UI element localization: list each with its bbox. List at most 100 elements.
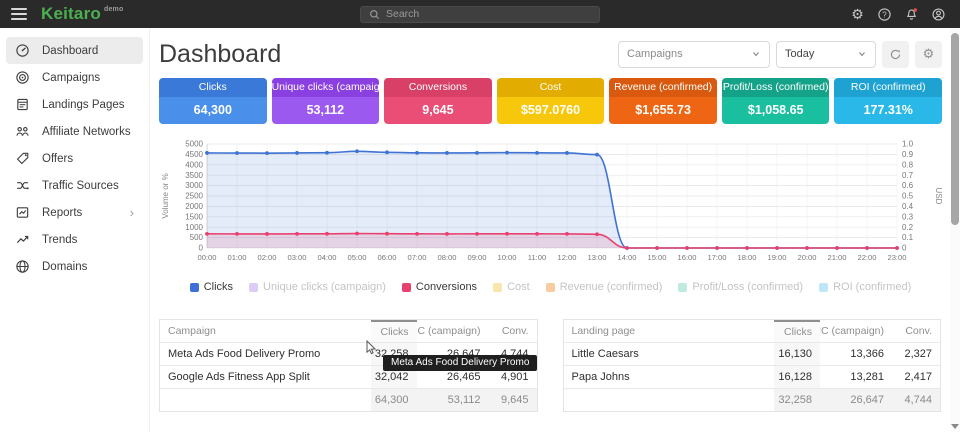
sidebar-item-reports[interactable]: Reports › (6, 199, 143, 226)
svg-text:0.4: 0.4 (902, 202, 914, 211)
svg-text:3000: 3000 (185, 181, 203, 190)
date-range-select[interactable]: Today (776, 41, 876, 68)
stat-card-roi: ROI (confirmed)177.31% (834, 78, 942, 124)
landing-pages-table: Landing page Clicks UC (campaign) Conv. … (563, 319, 942, 412)
landings-pages-icon (15, 97, 30, 112)
svg-text:0: 0 (199, 244, 204, 253)
svg-text:?: ? (882, 10, 887, 19)
campaigns-icon (15, 70, 30, 85)
svg-text:21:00: 21:00 (827, 253, 846, 262)
svg-text:500: 500 (190, 233, 204, 242)
svg-text:USD: USD (934, 188, 943, 205)
sidebar-item-affiliate-networks[interactable]: Affiliate Networks (6, 118, 143, 145)
svg-text:00:00: 00:00 (197, 253, 216, 262)
sidebar-item-domains[interactable]: Domains (6, 253, 143, 280)
legend-item-roi[interactable]: ROI (confirmed) (819, 281, 911, 293)
settings-icon[interactable]: ⚙ (850, 7, 865, 22)
svg-text:19:00: 19:00 (767, 253, 786, 262)
campaigns-filter-select[interactable]: Campaigns (618, 41, 770, 68)
legend-item-conversions[interactable]: Conversions (402, 281, 477, 293)
svg-text:07:00: 07:00 (407, 253, 426, 262)
sorted-column-header[interactable]: Clicks (371, 320, 417, 342)
chart-legend: Clicks Unique clicks (campaign) Conversi… (159, 281, 942, 293)
svg-text:22:00: 22:00 (857, 253, 876, 262)
svg-text:09:00: 09:00 (467, 253, 486, 262)
legend-item-profit-loss[interactable]: Profit/Loss (confirmed) (678, 281, 803, 293)
svg-text:20:00: 20:00 (797, 253, 816, 262)
table-header: Landing page Clicks UC (campaign) Conv. (564, 320, 941, 343)
svg-text:0.7: 0.7 (902, 171, 914, 180)
svg-text:4000: 4000 (185, 160, 203, 169)
legend-swatch (190, 283, 199, 292)
sidebar-item-traffic-sources[interactable]: Traffic Sources (6, 172, 143, 199)
svg-text:18:00: 18:00 (737, 253, 756, 262)
svg-text:03:00: 03:00 (287, 253, 306, 262)
table-row[interactable]: Little Caesars 16,130 13,366 2,327 (564, 343, 941, 366)
stat-card-unique-clicks: Unique clicks (campaign)53,112 (272, 78, 380, 124)
chevron-right-icon: › (130, 206, 134, 219)
refresh-button[interactable] (882, 41, 909, 68)
search-bar[interactable] (360, 6, 600, 23)
svg-text:0.3: 0.3 (902, 212, 914, 221)
stat-card-cost: Cost$597.0760 (497, 78, 605, 124)
svg-text:16:00: 16:00 (677, 253, 696, 262)
svg-text:3500: 3500 (185, 171, 203, 180)
svg-text:14:00: 14:00 (617, 253, 636, 262)
svg-text:06:00: 06:00 (377, 253, 396, 262)
stat-card-revenue: Revenue (confirmed)$1,655.73 (609, 78, 717, 124)
chevron-down-icon (751, 49, 761, 59)
sidebar-item-landings-pages[interactable]: Landings Pages (6, 91, 143, 118)
svg-text:04:00: 04:00 (317, 253, 336, 262)
search-input[interactable] (386, 8, 599, 20)
svg-text:01:00: 01:00 (227, 253, 246, 262)
scrollbar-down-arrow[interactable] (951, 424, 959, 429)
sorted-column-header[interactable]: Clicks (774, 320, 820, 342)
legend-item-unique-clicks[interactable]: Unique clicks (campaign) (249, 281, 386, 293)
legend-item-cost[interactable]: Cost (493, 281, 530, 293)
table-total-row: 32,258 26,647 4,744 (564, 389, 941, 411)
svg-text:0.9: 0.9 (902, 150, 914, 159)
legend-swatch (678, 283, 687, 292)
topbar: Keitarodemo ⚙ ? (0, 0, 960, 28)
sidebar-item-campaigns[interactable]: Campaigns (6, 64, 143, 91)
scrollbar-thumb[interactable] (951, 33, 959, 225)
trends-icon (15, 232, 30, 247)
refresh-icon (889, 48, 902, 61)
svg-text:0.8: 0.8 (902, 160, 914, 169)
vertical-scrollbar[interactable] (950, 28, 960, 432)
legend-swatch (819, 283, 828, 292)
demo-badge: demo (104, 6, 123, 13)
offers-icon (15, 151, 30, 166)
app-logo[interactable]: Keitarodemo (41, 4, 123, 24)
svg-text:13:00: 13:00 (587, 253, 606, 262)
legend-swatch (249, 283, 258, 292)
sidebar-item-dashboard[interactable]: Dashboard (6, 37, 143, 64)
table-total-row: 64,300 53,112 9,645 (160, 389, 537, 411)
svg-text:2500: 2500 (185, 192, 203, 201)
stat-card-profit-loss: Profit/Loss (confirmed)$1,058.65 (722, 78, 830, 124)
stat-card-conversions: Conversions9,645 (384, 78, 492, 124)
sidebar-item-trends[interactable]: Trends (6, 226, 143, 253)
table-header: Campaign Clicks UC (campaign) Conv. (160, 320, 537, 343)
dashboard-settings-button[interactable]: ⚙ (915, 41, 942, 68)
help-icon[interactable]: ? (877, 7, 892, 22)
table-row[interactable]: Papa Johns 16,128 13,281 2,417 (564, 366, 941, 389)
svg-text:17:00: 17:00 (707, 253, 726, 262)
dashboard-chart[interactable]: 0500100015002000250030003500400045005000… (159, 138, 942, 272)
svg-text:23:00: 23:00 (887, 253, 906, 262)
account-icon[interactable] (931, 7, 946, 22)
dashboard-icon (15, 43, 30, 58)
stat-cards: Clicks64,300 Unique clicks (campaign)53,… (159, 78, 942, 124)
reports-icon (15, 205, 30, 220)
domains-icon (15, 259, 30, 274)
svg-text:11:00: 11:00 (528, 253, 546, 262)
svg-text:5000: 5000 (185, 140, 203, 149)
svg-text:12:00: 12:00 (557, 253, 576, 262)
notifications-icon[interactable] (904, 7, 919, 22)
legend-item-clicks[interactable]: Clicks (190, 281, 233, 293)
notification-dot (913, 8, 917, 12)
sidebar-item-offers[interactable]: Offers (6, 145, 143, 172)
legend-item-revenue[interactable]: Revenue (confirmed) (546, 281, 663, 293)
svg-text:0.5: 0.5 (902, 192, 914, 201)
menu-icon[interactable] (11, 5, 27, 23)
